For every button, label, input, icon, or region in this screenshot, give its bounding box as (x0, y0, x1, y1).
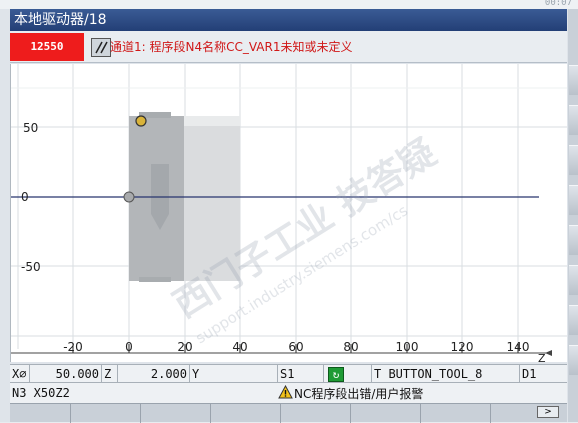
clock-readout: 00:07 (544, 0, 572, 8)
x-tick-label: 60 (288, 340, 303, 354)
current-block: N3 X50Z2 (12, 386, 70, 400)
window-title: 本地驱动器/18 (14, 12, 107, 28)
active-tool: T BUTTON_TOOL_8 (372, 365, 520, 383)
position-status-bar: X⌀ 50.000 Z 2.000 Y S1 ↻ T BUTTON_TOOL_8… (10, 364, 567, 383)
vertical-softkey[interactable] (569, 345, 578, 375)
softkey-divider (140, 404, 141, 423)
window-title-bar: 本地驱动器/18 (10, 9, 567, 31)
x-axis-name: X⌀ (10, 365, 30, 383)
spindle-status: ↻ (324, 365, 372, 383)
x-tick-labels: -20 0 20 40 60 80 100 120 140 (63, 340, 529, 354)
acknowledge-icon (95, 41, 108, 54)
y-tick-label: 50 (23, 121, 38, 135)
vertical-softkey[interactable] (569, 145, 578, 175)
simulation-view[interactable]: -20 0 20 40 60 80 100 120 140 Z 50 0 -50… (10, 64, 567, 362)
tool-offset: D1 (522, 367, 537, 381)
channel-message: NC程序段出错/用户报警 (294, 387, 424, 401)
vertical-softkey[interactable] (569, 305, 578, 335)
horizontal-softkey-bar: > (10, 403, 567, 423)
z-axis-name: Z (102, 365, 118, 383)
vertical-softkey-bar (568, 9, 578, 422)
vertical-softkey[interactable] (569, 185, 578, 215)
softkey-divider (210, 404, 211, 423)
y-axis-name: Y (190, 365, 278, 383)
alarm-line: 12550 通道1: 程序段N4名称CC_VAR1未知或未定义 (10, 31, 567, 63)
softkey-divider (280, 404, 281, 423)
vertical-softkey[interactable] (569, 65, 578, 95)
grid-lines (11, 64, 567, 349)
vertical-softkey[interactable] (569, 265, 578, 295)
softkey-divider (490, 404, 491, 423)
tool-position-marker (135, 115, 147, 127)
softkey-divider (70, 404, 71, 423)
vertical-softkey[interactable] (569, 225, 578, 255)
x-tick-label: 80 (343, 340, 358, 354)
z-position-value: 2.000 (118, 365, 190, 383)
acknowledge-alarm-button[interactable] (91, 38, 111, 57)
z-axis-arrow (545, 350, 552, 356)
y-tick-label: -50 (21, 260, 41, 274)
x-tick-label: 120 (451, 340, 474, 354)
top-strip: 00:07 (0, 0, 578, 9)
x-tick-label: -20 (63, 340, 83, 354)
simulation-canvas: -20 0 20 40 60 80 100 120 140 Z 50 0 -50… (11, 64, 567, 362)
x-tick-label: 40 (232, 340, 247, 354)
softkey-divider (420, 404, 421, 423)
softkey-divider (350, 404, 351, 423)
next-softkey-page-button[interactable]: > (537, 406, 559, 418)
spindle-label: S1 (278, 365, 324, 383)
spindle-rotation-icon: ↻ (328, 367, 344, 382)
program-status-bar: N3 X50Z2 NC程序段出错/用户报警 (10, 383, 567, 403)
x-tick-label: 20 (177, 340, 192, 354)
hmi-screen: 00:07 本地驱动器/18 12550 通道1: 程序段N4名称CC_VAR1… (0, 0, 578, 423)
vertical-softkey[interactable] (569, 105, 578, 135)
x-position-value: 50.000 (30, 365, 102, 383)
z-axis-label: Z (538, 352, 546, 362)
origin-marker (123, 191, 135, 203)
x-tick-label: 100 (396, 340, 419, 354)
y-tick-label: 0 (21, 190, 29, 204)
warning-icon (278, 384, 293, 402)
x-tick-label: 0 (125, 340, 133, 354)
x-tick-label: 140 (507, 340, 530, 354)
alarm-number-badge[interactable]: 12550 (10, 33, 84, 61)
alarm-message: 通道1: 程序段N4名称CC_VAR1未知或未定义 (110, 40, 353, 54)
